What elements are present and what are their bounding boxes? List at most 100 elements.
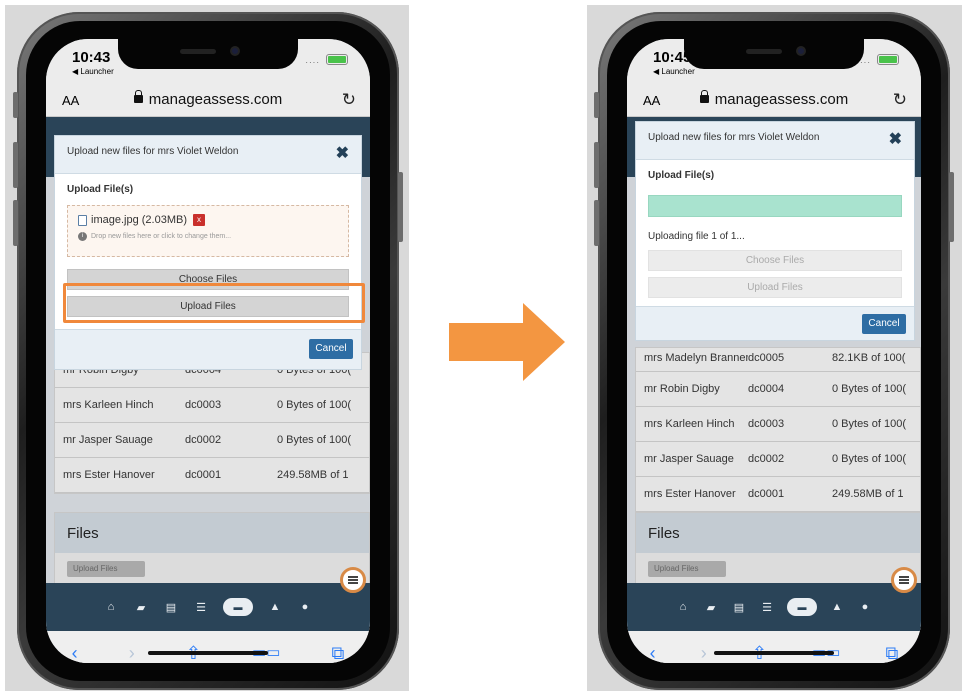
upload-files-label: Upload File(s) bbox=[67, 184, 134, 195]
mute-switch bbox=[594, 92, 599, 118]
table-row[interactable]: mrs Ester Hanover dc0001 249.58MB of 1 bbox=[55, 458, 369, 493]
student-id: dc0005 bbox=[748, 352, 785, 364]
table-row[interactable]: mrs Madelyn Brannen dc0005 82.1KB of 100( bbox=[636, 348, 920, 372]
student-id: dc0002 bbox=[748, 453, 785, 465]
camera-icon bbox=[796, 46, 806, 56]
notch bbox=[684, 39, 864, 69]
close-icon[interactable]: ✖ bbox=[336, 143, 349, 163]
volume-down-button bbox=[13, 200, 18, 246]
back-icon[interactable]: ‹ bbox=[72, 643, 78, 663]
file-drop-zone[interactable]: image.jpg (2.03MB) x i Drop new files here… bbox=[67, 205, 349, 257]
student-name: mrs Madelyn Brannen bbox=[644, 352, 748, 364]
back-icon[interactable]: ‹ bbox=[650, 643, 656, 663]
signal-icon: ···· bbox=[305, 58, 320, 67]
home-icon[interactable]: ⌂ bbox=[675, 601, 691, 613]
address-field[interactable]: manageassess.com bbox=[627, 90, 921, 108]
table-row[interactable]: mrs Karleen Hinch dc0003 0 Bytes of 100( bbox=[55, 388, 369, 423]
home-icon[interactable]: ⌂ bbox=[103, 601, 119, 613]
graduation-cap-icon[interactable]: ▲ bbox=[829, 601, 845, 613]
storage-used: 0 Bytes of 100( bbox=[832, 453, 906, 465]
cancel-button[interactable]: Cancel bbox=[309, 339, 353, 359]
safari-url-bar[interactable]: AA manageassess.com ↻ bbox=[46, 85, 370, 117]
users-icon[interactable]: ● bbox=[857, 601, 873, 613]
url-text: manageassess.com bbox=[714, 91, 849, 108]
menu-fab[interactable] bbox=[891, 567, 917, 593]
book-icon[interactable]: ▰ bbox=[133, 601, 149, 614]
app-bottom-nav: ⌂ ▰ ▤ ☰ ▬ ▲ ● bbox=[46, 583, 370, 631]
table-row[interactable]: mrs Karleen Hinch dc0003 0 Bytes of 100( bbox=[636, 407, 920, 442]
files-heading: Files bbox=[55, 513, 369, 553]
files-heading: Files bbox=[636, 513, 920, 553]
phone-bezel: 10:43 ◀ Launcher ···· AA manageassess.co… bbox=[26, 21, 390, 681]
graduation-cap-icon[interactable]: ▲ bbox=[267, 601, 283, 613]
table-row[interactable]: mr Jasper Sauage dc0002 0 Bytes of 100( bbox=[636, 442, 920, 477]
book-icon[interactable]: ▰ bbox=[703, 601, 719, 614]
folder-icon[interactable]: ▬ bbox=[223, 598, 253, 616]
upload-files-button[interactable]: Upload Files bbox=[648, 277, 902, 298]
student-id: dc0004 bbox=[748, 383, 785, 395]
modal-header: Upload new files for mrs Violet Weldon ✖ bbox=[636, 122, 914, 160]
table-row[interactable]: mr Jasper Sauage dc0002 0 Bytes of 100( bbox=[55, 423, 369, 458]
safari-url-bar[interactable]: AA manageassess.com ↻ bbox=[627, 85, 921, 117]
storage-used: 0 Bytes of 100( bbox=[277, 434, 351, 446]
upload-modal: Upload new files for mrs Violet Weldon ✖… bbox=[635, 121, 915, 341]
camera-icon bbox=[230, 46, 240, 56]
forward-icon[interactable]: › bbox=[701, 643, 707, 663]
modal-title: Upload new files for mrs Violet Weldon bbox=[67, 146, 239, 157]
drop-hint: i Drop new files here or click to change … bbox=[78, 232, 338, 241]
student-id: dc0001 bbox=[185, 469, 222, 481]
right-screen: 10:45 ◀ Launcher ···· AA manageassess.co… bbox=[627, 39, 921, 663]
list-icon[interactable]: ☰ bbox=[759, 601, 775, 614]
student-table: mrs Madelyn Brannen dc0005 82.1KB of 100( … bbox=[635, 347, 921, 513]
remove-file-button[interactable]: x bbox=[193, 214, 205, 226]
safari-toolbar: ‹ › ⇧ ▭▭ ⧉ bbox=[46, 631, 370, 663]
student-name: mrs Karleen Hinch bbox=[63, 399, 154, 411]
student-name: mr Jasper Sauage bbox=[63, 434, 153, 446]
volume-up-button bbox=[594, 142, 599, 188]
menu-fab[interactable] bbox=[340, 567, 366, 593]
id-card-icon[interactable]: ▤ bbox=[731, 601, 747, 614]
power-button bbox=[949, 172, 954, 242]
close-icon[interactable]: ✖ bbox=[889, 129, 902, 149]
table-row[interactable]: mr Robin Digby dc0004 0 Bytes of 100( bbox=[636, 372, 920, 407]
student-id: dc0002 bbox=[185, 434, 222, 446]
battery-icon bbox=[326, 54, 348, 65]
student-id: dc0003 bbox=[748, 418, 785, 430]
folder-icon[interactable]: ▬ bbox=[787, 598, 817, 616]
hamburger-icon bbox=[899, 576, 909, 584]
student-id: dc0001 bbox=[748, 488, 785, 500]
volume-down-button bbox=[594, 200, 599, 246]
student-name: mrs Karleen Hinch bbox=[644, 418, 735, 430]
cancel-button[interactable]: Cancel bbox=[862, 314, 906, 334]
power-button bbox=[398, 172, 403, 242]
reload-icon[interactable]: ↻ bbox=[893, 90, 907, 110]
users-icon[interactable]: ● bbox=[297, 601, 313, 613]
battery-icon bbox=[877, 54, 899, 65]
id-card-icon[interactable]: ▤ bbox=[163, 601, 179, 614]
address-field[interactable]: manageassess.com bbox=[46, 90, 370, 108]
choose-files-button[interactable]: Choose Files bbox=[648, 250, 902, 271]
upload-files-button-partial[interactable]: Upload Files bbox=[648, 561, 726, 577]
storage-used: 82.1KB of 100( bbox=[832, 352, 906, 364]
notch bbox=[118, 39, 298, 69]
reload-icon[interactable]: ↻ bbox=[342, 90, 356, 110]
back-to-launcher-link[interactable]: ◀ Launcher bbox=[653, 67, 695, 76]
drop-hint-text: Drop new files here or click to change t… bbox=[91, 233, 232, 240]
tabs-icon[interactable]: ⧉ bbox=[332, 643, 345, 663]
modal-title: Upload new files for mrs Violet Weldon bbox=[648, 132, 820, 143]
list-icon[interactable]: ☰ bbox=[193, 601, 209, 614]
student-table: mr Robin Digby dc0004 0 Bytes of 100( mrs … bbox=[54, 352, 370, 494]
modal-footer: Cancel bbox=[636, 306, 914, 340]
forward-icon[interactable]: › bbox=[129, 643, 135, 663]
back-to-launcher-link[interactable]: ◀ Launcher bbox=[72, 67, 114, 76]
table-row[interactable]: mrs Ester Hanover dc0001 249.58MB of 1 bbox=[636, 477, 920, 512]
upload-files-button-partial[interactable]: Upload Files bbox=[67, 561, 145, 577]
upload-progress-fill bbox=[649, 196, 901, 216]
mute-switch bbox=[13, 92, 18, 118]
tabs-icon[interactable]: ⧉ bbox=[886, 643, 899, 663]
student-name: mr Jasper Sauage bbox=[644, 453, 734, 465]
left-phone-frame: 10:43 ◀ Launcher ···· AA manageassess.co… bbox=[13, 12, 403, 690]
home-indicator bbox=[148, 651, 268, 655]
file-name: image.jpg (2.03MB) bbox=[91, 214, 187, 226]
arrow-icon bbox=[449, 303, 565, 381]
